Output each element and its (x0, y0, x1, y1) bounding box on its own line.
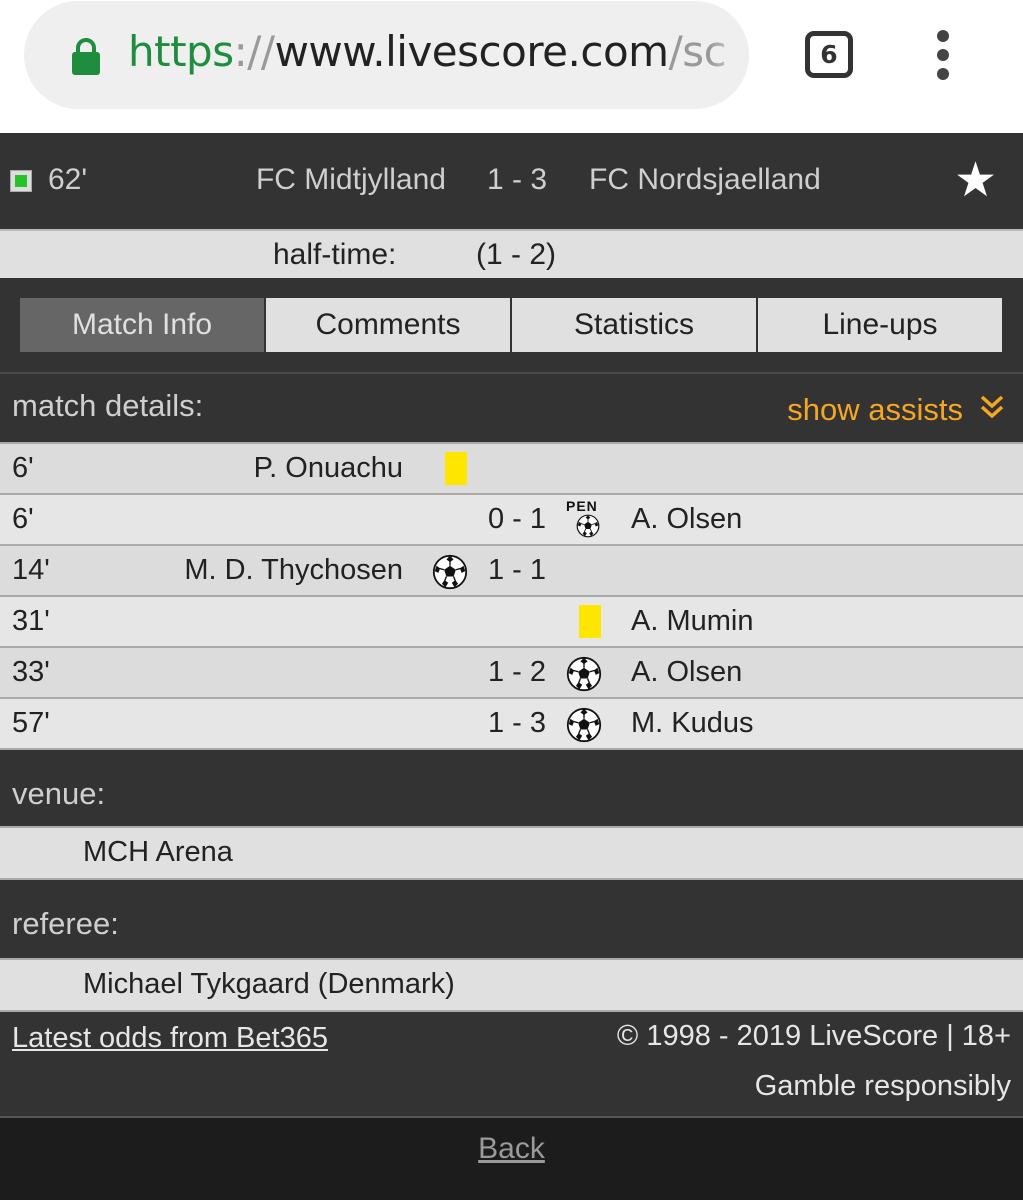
football-icon (566, 707, 602, 743)
football-icon (432, 554, 468, 590)
match-score: 1 - 3 (486, 163, 548, 196)
football-icon (576, 514, 600, 538)
referee-header: referee: (0, 894, 1023, 958)
url-text: https://www.livescore.com/sc (128, 27, 727, 76)
divider (0, 748, 1023, 764)
latest-odds-link[interactable]: Latest odds from Bet365 (12, 1022, 328, 1055)
tab-comments[interactable]: Comments (266, 298, 510, 352)
event-minute: 14' (12, 554, 50, 586)
event-row: 33' 1 - 2 A. Olsen (0, 646, 1023, 697)
home-team: FC Midtjylland (255, 163, 446, 196)
event-home-player: P. Onuachu (253, 452, 403, 484)
bottom-bar: Back (0, 1116, 1023, 1200)
football-icon (566, 656, 602, 692)
lock-icon (72, 38, 100, 75)
event-minute: 57' (12, 707, 50, 739)
section-title: match details: (12, 388, 204, 423)
venue-header: venue: (0, 764, 1023, 826)
tab-lineups[interactable]: Line-ups (758, 298, 1002, 352)
tab-statistics[interactable]: Statistics (512, 298, 756, 352)
yellow-card-icon (445, 452, 467, 485)
match-header: 62' FC Midtjylland 1 - 3 FC Nordsjaellan… (0, 133, 1023, 229)
yellow-card-icon (579, 605, 601, 638)
venue-row: MCH Arena (0, 826, 1023, 878)
event-score: 1 - 3 (487, 707, 547, 739)
address-bar[interactable]: https://www.livescore.com/sc (24, 1, 749, 109)
venue-value: MCH Arena (83, 836, 233, 868)
event-minute: 33' (12, 656, 50, 688)
event-away-player: M. Kudus (631, 707, 754, 739)
event-minute: 6' (12, 503, 34, 535)
event-row: 31' A. Mumin (0, 595, 1023, 646)
event-home-player: M. D. Thychosen (184, 554, 403, 586)
tab-bar: Match Info Comments Statistics Line-ups (0, 278, 1023, 372)
penalty-label: PEN (566, 498, 598, 514)
referee-row: Michael Tykgaard (Denmark) (0, 958, 1023, 1010)
penalty-goal-icon: PEN (566, 498, 602, 542)
more-menu-icon[interactable] (933, 30, 953, 80)
away-team: FC Nordsjaelland (589, 163, 821, 196)
event-score: 1 - 2 (487, 656, 547, 688)
halftime-label: half-time: (273, 238, 397, 271)
match-minute: 62' (48, 163, 88, 196)
match-details-header: match details: show assists (0, 372, 1023, 442)
event-minute: 6' (12, 452, 34, 484)
copyright-text: © 1998 - 2019 LiveScore | 18+ (616, 1020, 1011, 1052)
event-score: 1 - 1 (487, 554, 547, 586)
browser-toolbar: https://www.livescore.com/sc 6 (0, 0, 1023, 133)
live-indicator-icon (10, 170, 32, 192)
referee-label: referee: (12, 906, 119, 941)
event-away-player: A. Olsen (631, 503, 743, 535)
referee-value: Michael Tykgaard (Denmark) (83, 968, 455, 1000)
halftime-score: (1 - 2) (476, 238, 557, 271)
event-away-player: A. Mumin (631, 605, 754, 637)
back-link[interactable]: Back (0, 1132, 1023, 1166)
venue-label: venue: (12, 776, 106, 811)
footer: Latest odds from Bet365 © 1998 - 2019 Li… (0, 1010, 1023, 1116)
events-list: 6' P. Onuachu 6' 0 - 1 PEN A. Olsen 14' … (0, 442, 1023, 748)
gamble-responsibly-text: Gamble responsibly (754, 1070, 1011, 1102)
tab-match-info[interactable]: Match Info (20, 298, 264, 352)
divider (0, 878, 1023, 894)
event-row: 6' P. Onuachu (0, 442, 1023, 493)
event-minute: 31' (12, 605, 50, 637)
event-row: 14' M. D. Thychosen 1 - 1 (0, 544, 1023, 595)
event-score: 0 - 1 (487, 503, 547, 535)
event-away-player: A. Olsen (631, 656, 743, 688)
double-chevron-down-icon[interactable] (979, 392, 1005, 422)
halftime-row: half-time: (1 - 2) (0, 229, 1023, 278)
show-assists-link[interactable]: show assists (787, 392, 963, 428)
tab-switcher-button[interactable]: 6 (805, 31, 853, 78)
event-row: 57' 1 - 3 M. Kudus (0, 697, 1023, 748)
star-icon[interactable]: ★ (954, 157, 997, 205)
event-row: 6' 0 - 1 PEN A. Olsen (0, 493, 1023, 544)
